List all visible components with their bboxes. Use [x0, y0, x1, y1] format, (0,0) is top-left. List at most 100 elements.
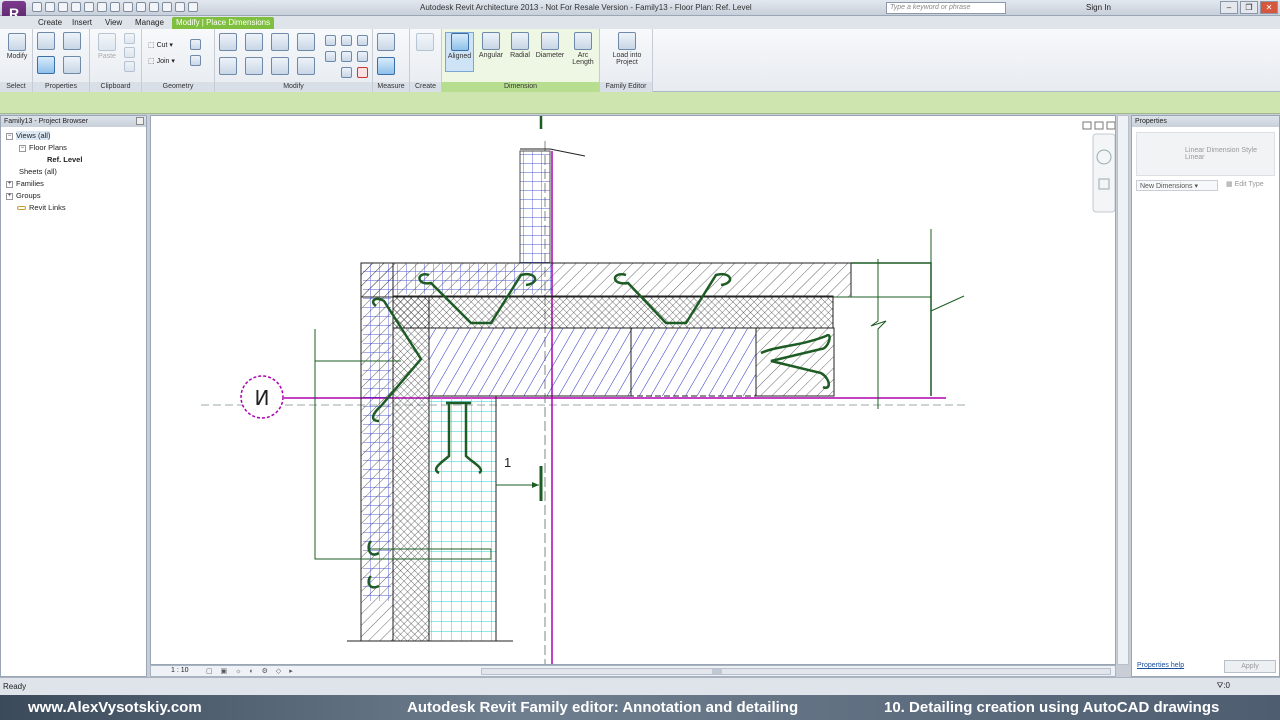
- print-icon[interactable]: [84, 2, 94, 12]
- wall-joins-button[interactable]: [190, 39, 201, 52]
- geometry-panel-label[interactable]: Geometry: [142, 82, 214, 92]
- tree-item-floor-plans[interactable]: − Floor Plans: [19, 143, 67, 152]
- tree-item-revit-links[interactable]: Revit Links: [17, 203, 66, 212]
- tree-item-ref-level[interactable]: Ref. Level: [47, 155, 82, 164]
- sign-in-link[interactable]: Sign In: [1086, 3, 1111, 12]
- load-into-project-button[interactable]: Load into Project: [606, 32, 648, 66]
- properties-filter-dropdown[interactable]: New Dimensions ▾: [1136, 180, 1218, 191]
- create-similar-button[interactable]: [416, 33, 434, 53]
- search-input[interactable]: Type a keyword or phrase: [886, 2, 1006, 14]
- family-types-button[interactable]: [37, 32, 55, 52]
- minimize-button[interactable]: –: [1220, 1, 1238, 14]
- type-properties-button[interactable]: [63, 56, 81, 76]
- split-gap-button[interactable]: [341, 35, 352, 48]
- angular-button[interactable]: Angular: [476, 32, 506, 59]
- close-button[interactable]: ✕: [1260, 1, 1278, 14]
- tab-create[interactable]: Create: [34, 17, 66, 29]
- save-icon[interactable]: [45, 2, 55, 12]
- measure-icon[interactable]: [97, 2, 107, 12]
- modify-panel-label[interactable]: Modify: [215, 82, 372, 92]
- clipboard-panel-label[interactable]: Clipboard: [90, 82, 141, 92]
- aligned-dimension-quick-button[interactable]: [377, 57, 395, 77]
- tree-item-sheets[interactable]: Sheets (all): [19, 167, 57, 176]
- select-panel-label[interactable]: Select: [0, 82, 32, 92]
- aligned-button[interactable]: Aligned: [445, 32, 474, 72]
- measure-between-button[interactable]: [377, 33, 395, 53]
- move-button[interactable]: [219, 57, 237, 77]
- caption-lesson: 10. Detailing creation using AutoCAD dra…: [884, 699, 1220, 716]
- selection-filter[interactable]: ⛛:0: [1217, 681, 1230, 691]
- collapse-icon[interactable]: −: [6, 132, 13, 140]
- split-button[interactable]: [325, 35, 336, 48]
- paste-button[interactable]: Paste: [95, 33, 119, 60]
- tree-item-groups[interactable]: + Groups: [6, 191, 41, 200]
- tree-item-families[interactable]: + Families: [6, 179, 44, 188]
- join-button[interactable]: ⬚ Join ▾: [148, 57, 175, 65]
- edit-type-button[interactable]: ▦ Edit Type: [1226, 180, 1264, 188]
- view-control-icons[interactable]: ▢ ▣ ☼ ◐ ⚙ ◇ ▸: [206, 667, 296, 675]
- drawing-area[interactable]: 1 И: [150, 115, 1116, 665]
- align-button[interactable]: [219, 33, 237, 53]
- properties-panel-label[interactable]: Properties: [33, 82, 89, 92]
- redo-icon[interactable]: [71, 2, 81, 12]
- tree-item-views[interactable]: − Views (all): [6, 131, 51, 140]
- tab-insert[interactable]: Insert: [68, 17, 96, 29]
- delete-button[interactable]: [357, 67, 368, 80]
- apply-button[interactable]: Apply: [1224, 660, 1276, 673]
- scroll-thumb[interactable]: [712, 669, 722, 674]
- horizontal-scrollbar[interactable]: [481, 668, 1111, 675]
- expand-icon[interactable]: +: [6, 180, 13, 188]
- mirror-draw-axis-button[interactable]: [297, 33, 315, 53]
- close-hidden-icon[interactable]: [175, 2, 185, 12]
- modify-button[interactable]: Modify: [4, 33, 30, 60]
- tab-manage[interactable]: Manage: [131, 17, 168, 29]
- arc-length-button[interactable]: Arc Length: [568, 32, 598, 66]
- type-selector[interactable]: Linear Dimension Style Linear: [1136, 132, 1275, 176]
- offset-button[interactable]: [245, 33, 263, 53]
- dimension-tag-label[interactable]: 1: [504, 455, 511, 470]
- collapse-icon[interactable]: −: [19, 144, 26, 152]
- diameter-button[interactable]: Diameter: [534, 32, 566, 59]
- tab-modify-place-dimensions[interactable]: Modify | Place Dimensions: [172, 17, 275, 29]
- measure-panel-label[interactable]: Measure: [373, 82, 409, 92]
- section-icon[interactable]: [149, 2, 159, 12]
- create-panel: Create: [410, 29, 442, 92]
- properties-button[interactable]: [37, 56, 55, 76]
- create-panel-label[interactable]: Create: [410, 82, 441, 92]
- copy-button[interactable]: [124, 47, 135, 60]
- dimension-icon[interactable]: [110, 2, 120, 12]
- vertical-scrollbar[interactable]: [1117, 115, 1129, 665]
- 3d-view-icon[interactable]: [136, 2, 146, 12]
- copy-element-button[interactable]: [245, 57, 263, 77]
- undo-icon[interactable]: [58, 2, 68, 12]
- restore-button[interactable]: ❐: [1240, 1, 1258, 14]
- rotate-button[interactable]: [271, 57, 289, 77]
- tab-view[interactable]: View: [101, 17, 126, 29]
- text-icon[interactable]: [123, 2, 133, 12]
- navigation-bar[interactable]: [1092, 133, 1115, 213]
- dimension-panel-label[interactable]: Dimension: [442, 82, 599, 92]
- close-pane-icon[interactable]: [136, 117, 144, 125]
- switch-windows-icon[interactable]: [188, 2, 198, 12]
- cut-clipboard-button[interactable]: [124, 33, 135, 46]
- mirror-pick-axis-button[interactable]: [271, 33, 289, 53]
- match-type-button[interactable]: [124, 61, 135, 74]
- scale-button[interactable]: [341, 51, 352, 64]
- array-button[interactable]: [325, 51, 336, 64]
- properties-help-link[interactable]: Properties help: [1137, 662, 1184, 669]
- trim-extend-button[interactable]: [297, 57, 315, 77]
- view-scale[interactable]: 1 : 10: [171, 667, 189, 674]
- cut-geometry-button[interactable]: ⬚ Cut ▾: [148, 41, 173, 49]
- view-window-controls[interactable]: [1082, 121, 1115, 130]
- thin-lines-icon[interactable]: [162, 2, 172, 12]
- family-category-button[interactable]: [63, 32, 81, 52]
- pin-button[interactable]: [357, 51, 368, 64]
- family-editor-panel-label[interactable]: Family Editor: [600, 82, 652, 92]
- unpin-button[interactable]: [357, 35, 368, 48]
- radial-button[interactable]: Radial: [507, 32, 533, 59]
- expand-icon[interactable]: +: [6, 192, 13, 200]
- trim-multiple-button[interactable]: [341, 67, 352, 80]
- open-icon[interactable]: [32, 2, 42, 12]
- detail-drawing[interactable]: 1 И: [151, 116, 1116, 665]
- split-face-button[interactable]: [190, 55, 201, 68]
